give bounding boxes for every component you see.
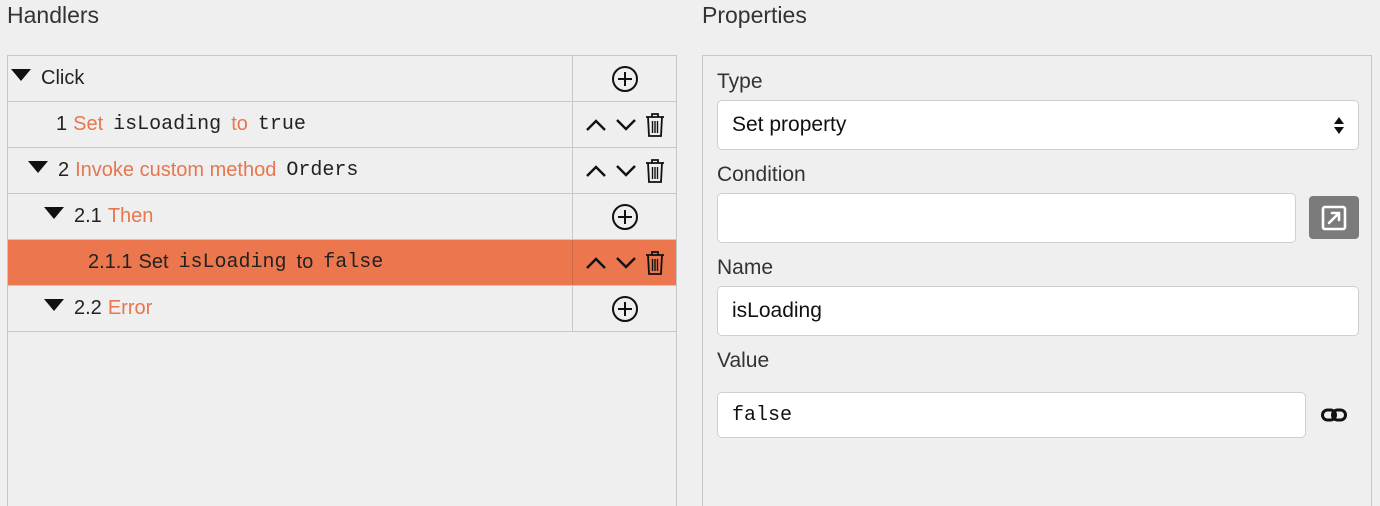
- trash-icon: [645, 250, 664, 275]
- select-arrows-icon: [1334, 116, 1344, 134]
- handler-text: Invoke custom method: [75, 159, 277, 181]
- handler-text: true: [257, 113, 306, 136]
- handlers-tree: Click 1 Set isLoading to true 2 Invoke custom m…: [7, 55, 677, 506]
- move-down-button[interactable]: [615, 118, 637, 132]
- handler-text: Then: [107, 205, 154, 227]
- add-circle-icon: [611, 295, 638, 322]
- chevron-up-icon: [585, 256, 606, 269]
- handler-number: 1: [56, 113, 68, 135]
- chevron-down-icon: [615, 164, 636, 177]
- type-select[interactable]: Set property: [717, 100, 1359, 150]
- move-down-button[interactable]: [615, 256, 637, 270]
- handler-text: Error: [107, 297, 153, 319]
- handler-actions: [572, 56, 676, 101]
- chevron-up-icon: [585, 118, 606, 131]
- handler-row[interactable]: 2 Invoke custom method Orders: [8, 148, 676, 194]
- handler-label: 2.1.1 Set isLoading to false: [88, 240, 383, 285]
- handler-number: 2.2: [74, 297, 102, 319]
- properties-title: Properties: [702, 2, 807, 28]
- type-select-value: Set property: [732, 113, 847, 136]
- handlers-title: Handlers: [7, 2, 100, 28]
- handler-number: 2.1.1: [88, 251, 133, 273]
- handler-text: to: [296, 251, 314, 273]
- handler-text: to: [231, 113, 248, 135]
- expand-caret-icon[interactable]: [11, 68, 31, 81]
- handler-number: 2.1: [74, 205, 102, 227]
- handler-label: 2.2 Error: [44, 286, 152, 331]
- handler-text: isLoading: [178, 251, 287, 274]
- value-label: Value: [717, 349, 770, 372]
- move-down-button[interactable]: [615, 164, 637, 178]
- type-label: Type: [717, 70, 763, 93]
- properties-panel: Type Set property Condition Name isLoadi…: [702, 55, 1372, 506]
- add-button[interactable]: [611, 65, 639, 93]
- chevron-down-icon: [615, 256, 636, 269]
- move-up-button[interactable]: [585, 118, 607, 132]
- handler-text: Set: [138, 251, 169, 273]
- link-icon: [1321, 408, 1347, 422]
- handler-label: 2.1 Then: [44, 194, 153, 239]
- handler-text: Click: [41, 67, 85, 89]
- value-input[interactable]: false: [717, 392, 1306, 438]
- handler-actions: [572, 194, 676, 239]
- handler-actions: [572, 148, 676, 193]
- handler-number: 2: [58, 159, 70, 181]
- handler-label: 2 Invoke custom method Orders: [28, 148, 358, 193]
- chevron-up-icon: [585, 164, 606, 177]
- delete-button[interactable]: [645, 112, 665, 138]
- handler-text: Orders: [286, 159, 359, 182]
- condition-label: Condition: [717, 163, 806, 186]
- add-circle-icon: [611, 203, 638, 230]
- handler-row[interactable]: 2.2 Error: [8, 286, 676, 332]
- expand-caret-icon[interactable]: [28, 160, 48, 173]
- handler-text: isLoading: [113, 113, 222, 136]
- trash-icon: [645, 112, 664, 137]
- move-up-button[interactable]: [585, 256, 607, 270]
- add-button[interactable]: [611, 295, 639, 323]
- handler-row[interactable]: Click: [8, 56, 676, 102]
- handler-row[interactable]: 2.1.1 Set isLoading to false: [8, 240, 676, 286]
- condition-input[interactable]: [717, 193, 1296, 243]
- handler-label: Click: [11, 56, 84, 101]
- trash-icon: [645, 158, 664, 183]
- handler-actions: [572, 286, 676, 331]
- move-up-button[interactable]: [585, 164, 607, 178]
- handler-text: false: [323, 251, 384, 274]
- add-button[interactable]: [611, 203, 639, 231]
- value-binding-button[interactable]: [1318, 402, 1350, 428]
- handler-row[interactable]: 1 Set isLoading to true: [8, 102, 676, 148]
- handler-actions: [572, 240, 676, 285]
- delete-button[interactable]: [645, 158, 665, 184]
- handler-row[interactable]: 2.1 Then: [8, 194, 676, 240]
- add-circle-icon: [611, 65, 638, 92]
- handler-actions: [572, 102, 676, 147]
- expand-caret-icon[interactable]: [44, 298, 64, 311]
- delete-button[interactable]: [645, 250, 665, 276]
- external-edit-icon: [1321, 205, 1347, 230]
- handler-label: 1 Set isLoading to true: [56, 102, 306, 147]
- condition-edit-button[interactable]: [1309, 196, 1359, 239]
- name-input[interactable]: isLoading: [717, 286, 1359, 336]
- chevron-down-icon: [615, 118, 636, 131]
- handler-text: Set: [73, 113, 104, 135]
- name-label: Name: [717, 256, 774, 279]
- expand-caret-icon[interactable]: [44, 206, 64, 219]
